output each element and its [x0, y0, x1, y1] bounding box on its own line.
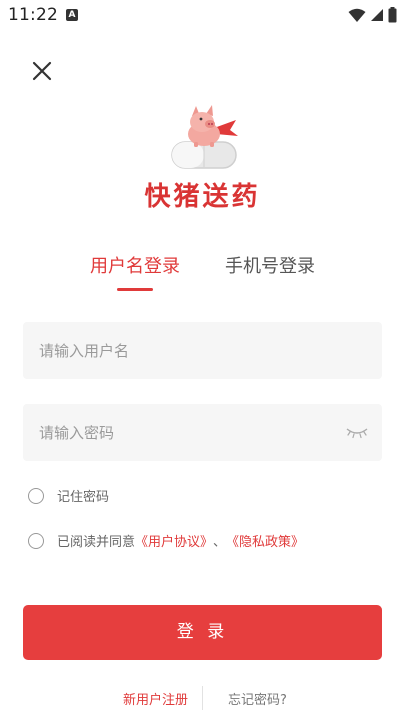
wifi-icon	[348, 8, 366, 22]
pig-on-pill-logo	[171, 105, 238, 169]
forgot-password-link[interactable]: 忘记密码?	[228, 689, 287, 708]
remember-password-radio[interactable]	[28, 487, 44, 504]
agreement-radio[interactable]	[28, 532, 44, 549]
register-link[interactable]: 新用户注册	[123, 689, 188, 708]
battery-icon	[388, 7, 397, 23]
status-icons	[348, 6, 397, 24]
brand-name: 快猪送药	[144, 182, 261, 212]
login-button[interactable]: 登 录	[23, 605, 382, 660]
tab-phone-login[interactable]: 手机号登录	[225, 252, 315, 278]
username-field-container	[23, 322, 382, 379]
eye-closed-icon[interactable]	[346, 425, 368, 439]
active-tab-indicator	[117, 288, 153, 291]
password-input[interactable]	[39, 404, 339, 461]
agreement-row: 已阅读并同意 《用户协议》 、 《隐私政策》	[28, 531, 304, 550]
close-button[interactable]	[28, 57, 56, 85]
tab-username-login[interactable]: 用户名登录	[90, 252, 180, 278]
username-input[interactable]	[39, 322, 339, 379]
close-icon	[32, 61, 52, 81]
password-field-container	[23, 404, 382, 461]
agreement-separator: 、	[213, 535, 227, 550]
signal-icon	[371, 9, 383, 21]
status-bar: 11:22 A	[0, 0, 405, 30]
status-time: 11:22	[8, 5, 58, 25]
privacy-policy-link[interactable]: 《隐私政策》	[226, 531, 304, 550]
user-agreement-link[interactable]: 《用户协议》	[135, 531, 213, 550]
remember-password-label: 记住密码	[57, 490, 110, 505]
remember-password-row: 记住密码	[28, 486, 109, 505]
a-badge-icon: A	[66, 9, 78, 21]
login-tabs: 用户名登录 手机号登录	[0, 252, 405, 296]
footer-links: 新用户注册 忘记密码?	[0, 686, 405, 710]
agreement-prefix: 已阅读并同意	[57, 535, 136, 550]
footer-divider	[202, 686, 203, 710]
